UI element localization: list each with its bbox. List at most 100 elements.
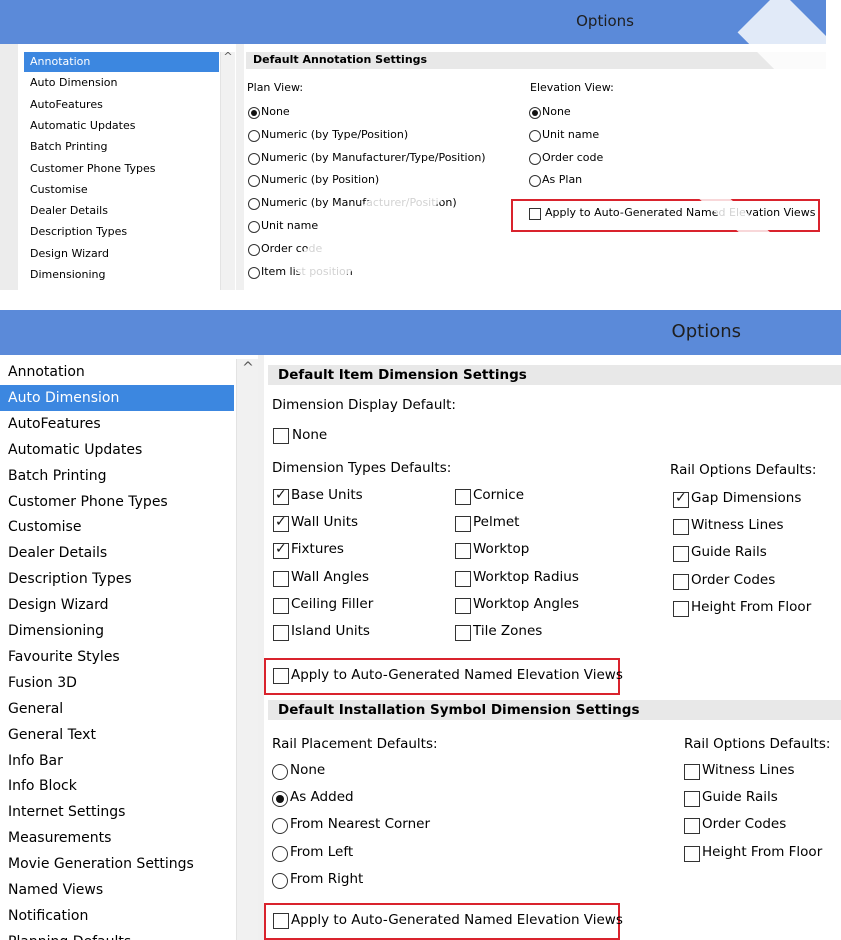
placement-label-as-added: As Added <box>290 789 354 806</box>
title-bar: Options <box>0 0 826 44</box>
elevation-label-unit-name: Unit name <box>542 127 600 141</box>
nav-item-automatic-updates[interactable]: Automatic Updates <box>0 437 234 463</box>
nav-item-movie-generation-settings[interactable]: Movie Generation Settings <box>0 851 234 877</box>
elevation-label-as-plan: As Plan <box>542 173 583 187</box>
apply-named-elevation-checkbox[interactable] <box>529 208 541 220</box>
rail-checkbox-gap-dimensions[interactable] <box>673 490 689 508</box>
item-apply-named-elevation-checkbox[interactable] <box>273 668 289 684</box>
nav-item-customer-phone-types[interactable]: Customer Phone Types <box>0 489 234 515</box>
nav-item-customise[interactable]: Customise <box>24 180 219 200</box>
install-rail-checkbox-height-from-floor[interactable] <box>684 845 700 862</box>
type-label-pelmet: Pelmet <box>473 514 520 531</box>
nav-item-info-bar[interactable]: Info Bar <box>0 748 234 774</box>
nav-item-planning-defaults[interactable]: Planning Defaults <box>0 929 234 940</box>
placement-radio-from-left[interactable] <box>272 845 288 862</box>
nav-item-description-types[interactable]: Description Types <box>0 566 234 592</box>
plan-radio-numeric-by-position[interactable] <box>248 175 260 188</box>
install-rail-label-witness-lines: Witness Lines <box>702 762 795 778</box>
nav-item-dealer-details[interactable]: Dealer Details <box>0 540 234 566</box>
rail-checkbox-guide-rails[interactable] <box>673 546 689 563</box>
install-section-title: Default Installation Symbol Dimension Se… <box>278 702 640 718</box>
type-label-wall-angles: Wall Angles <box>291 568 370 585</box>
scroll-up-icon[interactable]: ^ <box>221 50 235 63</box>
type-checkbox-wall-angles[interactable] <box>273 570 289 587</box>
item-apply-named-elevation-label: Apply to Auto-Generated Named Elevation … <box>291 667 623 683</box>
nav-item-automatic-updates[interactable]: Automatic Updates <box>24 116 219 136</box>
rail-checkbox-witness-lines[interactable] <box>673 519 689 536</box>
nav-item-annotation[interactable]: Annotation <box>0 359 234 385</box>
install-apply-named-elevation-checkbox[interactable] <box>273 913 289 929</box>
elevation-label-order-code: Order code <box>542 150 604 164</box>
plan-label-numeric-by-type-position: Numeric (by Type/Position) <box>261 127 409 141</box>
placement-radio-from-nearest-corner[interactable] <box>272 818 288 835</box>
nav-item-design-wizard[interactable]: Design Wizard <box>24 244 219 264</box>
scroll-up-icon[interactable]: ^ <box>237 360 259 376</box>
type-checkbox-wall-units[interactable] <box>273 514 289 533</box>
nav-item-batch-printing[interactable]: Batch Printing <box>0 463 234 489</box>
nav-item-description-types[interactable]: Description Types <box>24 222 219 242</box>
type-checkbox-worktop[interactable] <box>455 543 471 560</box>
nav-item-customise[interactable]: Customise <box>0 514 234 540</box>
nav-item-customer-phone-types[interactable]: Customer Phone Types <box>24 159 219 179</box>
nav-item-auto-dimension[interactable]: Auto Dimension <box>0 384 234 411</box>
plan-radio-numeric-by-type-position[interactable] <box>248 129 260 142</box>
placement-radio-as-added[interactable] <box>272 791 288 808</box>
install-rail-checkbox-guide-rails[interactable] <box>684 791 700 808</box>
plan-radio-none[interactable] <box>248 107 260 119</box>
nav-scrollbar[interactable]: ^ <box>220 50 235 290</box>
type-checkbox-worktop-radius[interactable] <box>455 570 471 587</box>
plan-view-label: Plan View: <box>247 81 304 94</box>
item-section-title: Default Item Dimension Settings <box>278 367 527 383</box>
nav-item-named-views[interactable]: Named Views <box>0 877 234 903</box>
nav-item-dealer-details[interactable]: Dealer Details <box>24 201 219 221</box>
nav-item-autofeatures[interactable]: AutoFeatures <box>24 95 219 115</box>
elevation-radio-as-plan[interactable] <box>529 175 541 188</box>
type-checkbox-tile-zones[interactable] <box>455 625 471 641</box>
rail-checkbox-height-from-floor[interactable] <box>673 600 689 617</box>
nav-item-general[interactable]: General <box>0 696 234 722</box>
plan-radio-item-list-position[interactable] <box>248 266 260 279</box>
nav-item-design-wizard[interactable]: Design Wizard <box>0 592 234 618</box>
type-checkbox-ceiling-filler[interactable] <box>273 597 289 614</box>
type-checkbox-base-units[interactable] <box>273 487 289 505</box>
type-checkbox-pelmet[interactable] <box>455 516 471 533</box>
placement-radio-from-right[interactable] <box>272 872 288 889</box>
install-rail-defaults-label: Rail Options Defaults: <box>684 736 831 752</box>
install-rail-checkbox-witness-lines[interactable] <box>684 764 700 780</box>
type-label-tile-zones: Tile Zones <box>473 623 543 639</box>
placement-radio-none[interactable] <box>272 764 288 780</box>
install-apply-named-elevation-label: Apply to Auto-Generated Named Elevation … <box>291 912 623 928</box>
nav-item-general-text[interactable]: General Text <box>0 722 234 748</box>
plan-radio-unit-name[interactable] <box>248 221 260 233</box>
type-label-worktop-radius: Worktop Radius <box>473 568 579 585</box>
nav-item-annotation[interactable]: Annotation <box>24 52 219 72</box>
nav-item-dimensioning[interactable]: Dimensioning <box>24 265 219 285</box>
nav-item-autofeatures[interactable]: AutoFeatures <box>0 411 234 437</box>
elevation-radio-none[interactable] <box>529 107 541 119</box>
elevation-radio-unit-name[interactable] <box>529 129 541 142</box>
type-checkbox-fixtures[interactable] <box>273 541 289 560</box>
rail-checkbox-order-codes[interactable] <box>673 573 689 590</box>
nav-item-auto-dimension[interactable]: Auto Dimension <box>24 73 219 93</box>
nav-item-internet-settings[interactable]: Internet Settings <box>0 799 234 825</box>
nav-scrollbar[interactable]: ^ <box>236 359 259 940</box>
display-none-checkbox[interactable] <box>273 428 289 444</box>
plan-radio-order-code[interactable] <box>248 243 260 256</box>
nav-item-measurements[interactable]: Measurements <box>0 825 234 851</box>
nav-item-fusion-3d[interactable]: Fusion 3D <box>0 670 234 696</box>
type-label-worktop-angles: Worktop Angles <box>473 595 580 612</box>
nav-item-batch-printing[interactable]: Batch Printing <box>24 137 219 157</box>
nav-item-dimensioning[interactable]: Dimensioning <box>0 618 234 644</box>
type-checkbox-cornice[interactable] <box>455 489 471 505</box>
plan-radio-numeric-by-manufacturer-position[interactable] <box>248 198 260 211</box>
install-rail-checkbox-order-codes[interactable] <box>684 818 700 835</box>
nav-item-notification[interactable]: Notification <box>0 903 234 929</box>
item-section-header: Default Item Dimension Settings <box>268 365 841 385</box>
type-checkbox-worktop-angles[interactable] <box>455 597 471 614</box>
install-rail-label-guide-rails: Guide Rails <box>702 789 778 806</box>
elevation-radio-order-code[interactable] <box>529 152 541 165</box>
nav-item-info-block[interactable]: Info Block <box>0 773 234 799</box>
type-checkbox-island-units[interactable] <box>273 625 289 641</box>
plan-radio-numeric-by-manufacturer-type-position[interactable] <box>248 152 260 165</box>
nav-item-favourite-styles[interactable]: Favourite Styles <box>0 644 234 670</box>
